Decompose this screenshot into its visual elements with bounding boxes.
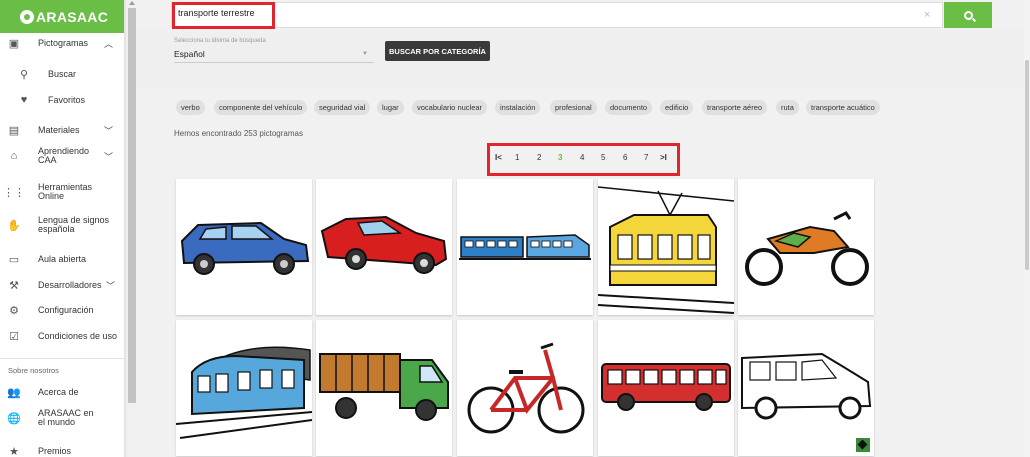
- pictogram-card-tram[interactable]: [598, 179, 734, 315]
- main-scroll-thumb[interactable]: [1025, 60, 1029, 270]
- search-highlight-box: [172, 2, 275, 29]
- school-icon: ⌂: [10, 150, 18, 162]
- sidebar-item-label: Lengua de signos española: [38, 215, 110, 234]
- language-selected-value: Español: [174, 49, 205, 59]
- train-pictogram: [459, 234, 591, 260]
- people-icon: 👥: [7, 386, 21, 399]
- pictogram-card-truck[interactable]: [316, 320, 452, 456]
- pictogram-card-car[interactable]: [176, 179, 312, 315]
- van-pictogram: [741, 352, 872, 420]
- chevron-down-icon: ﹀: [106, 280, 116, 291]
- page-link[interactable]: 6: [623, 153, 627, 162]
- hand-cursor-icon: [856, 438, 870, 452]
- chip[interactable]: transporte aéreo: [702, 100, 768, 115]
- page-link[interactable]: 4: [580, 153, 584, 162]
- sidebar-scrollbar[interactable]: [125, 0, 137, 457]
- pictogram-card-bicycle[interactable]: [457, 320, 593, 456]
- pictogram-card-bus[interactable]: [598, 320, 734, 456]
- tram-pictogram: [598, 186, 734, 314]
- hand-icon: ✋: [7, 219, 21, 232]
- sidebar-scroll-thumb[interactable]: [128, 8, 136, 403]
- language-select[interactable]: Español ▼: [174, 49, 374, 63]
- car-pictogram: [180, 221, 310, 275]
- image-icon: ▣: [8, 37, 20, 50]
- book-icon: ▤: [8, 124, 20, 137]
- search-input[interactable]: [178, 8, 878, 18]
- chip[interactable]: lugar: [377, 100, 404, 115]
- chip[interactable]: documento: [605, 100, 653, 115]
- language-caption: Selecciona tu idioma de búsqueda: [174, 38, 266, 44]
- chip[interactable]: seguridad vial: [314, 100, 371, 115]
- search-button[interactable]: [944, 2, 992, 28]
- sidebar-item-label: Aprendiendo CAA: [38, 146, 90, 165]
- search-by-category-button[interactable]: BUSCAR POR CATEGORÍA: [385, 41, 490, 61]
- last-page-icon[interactable]: >I: [660, 153, 667, 162]
- sidebar: ARASAAC ▣ Pictogramas ︿ ⚲ Buscar ♥ Favor…: [0, 0, 125, 457]
- apps-grid-icon: ⋮⋮: [3, 186, 25, 199]
- sidebar-divider: [0, 358, 124, 359]
- result-count: Hemos encontrado 253 pictogramas: [174, 129, 303, 138]
- sidebar-item-label: Herramientas Online: [38, 182, 93, 201]
- pictogram-card-train[interactable]: [457, 179, 593, 315]
- arasaac-logo-icon: [20, 9, 34, 24]
- brand-name: ARASAAC: [36, 8, 109, 25]
- sidebar-item-label: Acerca de: [38, 386, 79, 397]
- sidebar-item-label: Condiciones de uso: [38, 330, 118, 341]
- gear-icon: ⚙: [9, 304, 19, 317]
- motorcycle-pictogram: [745, 211, 869, 286]
- sidebar-item-label: Favoritos: [48, 94, 86, 105]
- first-page-icon[interactable]: I<: [495, 153, 502, 162]
- pictogram-card-metro[interactable]: [176, 320, 312, 456]
- chevron-down-icon: ﹀: [104, 125, 114, 136]
- dropdown-caret-icon: ▼: [362, 51, 368, 57]
- checkbox-icon: ☑: [9, 330, 19, 343]
- pictogram-card-van[interactable]: [738, 320, 874, 456]
- pictogram-card-motorcycle[interactable]: [738, 179, 874, 315]
- bus-pictogram: [601, 363, 731, 411]
- chip[interactable]: ruta: [776, 100, 799, 115]
- page-link[interactable]: 7: [644, 153, 648, 162]
- page-link-current[interactable]: 3: [558, 153, 562, 162]
- chip[interactable]: componente del vehículo: [214, 100, 308, 115]
- page-link[interactable]: 5: [601, 153, 605, 162]
- globe-icon: 🌐: [7, 412, 21, 425]
- award-icon: ★: [9, 445, 19, 457]
- chip[interactable]: instalación: [495, 100, 541, 115]
- chip[interactable]: verbo: [176, 100, 205, 115]
- clear-icon[interactable]: ×: [924, 9, 930, 21]
- bicycle-pictogram: [467, 342, 585, 434]
- page-link[interactable]: 2: [537, 153, 541, 162]
- chip[interactable]: transporte acuático: [806, 100, 880, 115]
- wrench-icon: ⚒: [9, 279, 19, 292]
- page-link[interactable]: 1: [515, 153, 519, 162]
- metro-pictogram: [176, 346, 312, 439]
- heart-icon: ♥: [20, 94, 28, 106]
- sidebar-item-label: Buscar: [48, 68, 77, 79]
- sidebar-item-label: Configuración: [38, 304, 94, 315]
- app-window: ARASAAC ▣ Pictogramas ︿ ⚲ Buscar ♥ Favor…: [0, 0, 1030, 457]
- chevron-up-icon: ︿: [104, 38, 114, 49]
- sports-car-pictogram: [320, 215, 448, 274]
- sidebar-item-label: Aula abierta: [38, 253, 87, 264]
- chip[interactable]: profesional: [550, 100, 597, 115]
- chevron-down-icon: ﹀: [104, 151, 114, 162]
- sidebar-item-label: Premios: [38, 445, 72, 456]
- scroll-up-arrow-icon[interactable]: [129, 1, 135, 5]
- brand-header[interactable]: ARASAAC: [0, 0, 124, 33]
- sidebar-section-label: Sobre nosotros: [8, 366, 59, 375]
- screen-icon: ▭: [8, 253, 20, 266]
- chip[interactable]: vocabulario nuclear: [412, 100, 488, 115]
- sidebar-item-label: Desarrolladores: [38, 279, 102, 290]
- main-scrollbar[interactable]: [1024, 0, 1030, 457]
- sidebar-item-label: ARASAAC en el mundo: [38, 408, 94, 427]
- sidebar-item-label: Pictogramas: [38, 37, 89, 48]
- chip[interactable]: edificio: [660, 100, 694, 115]
- pictogram-card-sports-car[interactable]: [316, 179, 452, 315]
- search-icon: [963, 10, 973, 20]
- truck-pictogram: [319, 353, 449, 421]
- search-bar: ×: [171, 2, 943, 28]
- sidebar-item-label: Materiales: [38, 124, 80, 135]
- search-icon: ⚲: [19, 68, 29, 81]
